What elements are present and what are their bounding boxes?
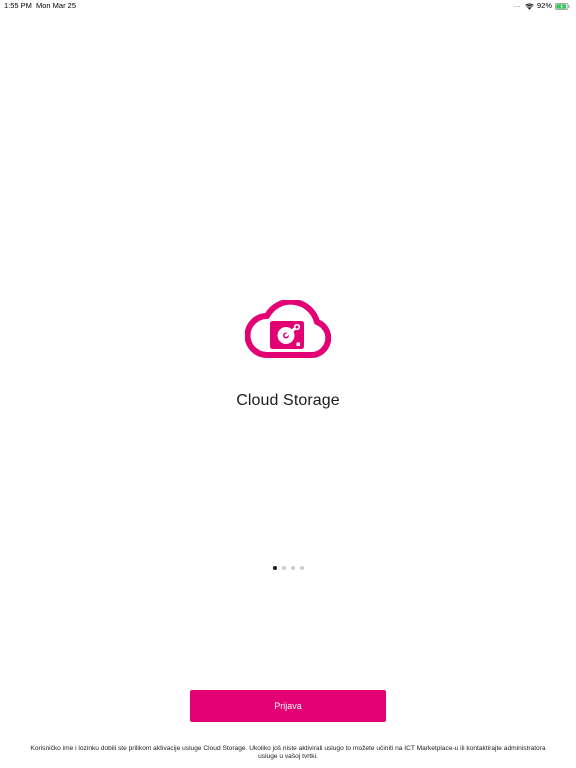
status-bar: 1:55 PM Mon Mar 25 ...... 92% xyxy=(0,0,576,12)
status-time: 1:55 PM xyxy=(4,1,32,10)
app-title: Cloud Storage xyxy=(236,392,340,409)
page-dot[interactable] xyxy=(272,566,277,570)
page-dot[interactable] xyxy=(290,566,295,570)
page-dot[interactable] xyxy=(299,566,304,570)
battery-percent: 92% xyxy=(536,1,552,10)
page-indicator[interactable] xyxy=(0,566,576,570)
battery-icon xyxy=(555,2,570,10)
signal-icon: ...... xyxy=(512,3,521,9)
page-dot[interactable] xyxy=(281,566,286,570)
wifi-icon xyxy=(525,2,534,10)
screen: 1:55 PM Mon Mar 25 ...... 92% Cloud Stor… xyxy=(0,0,576,768)
status-date: Mon Mar 25 xyxy=(36,1,77,10)
login-button[interactable]: Prijava xyxy=(190,690,386,722)
cloud-storage-logo xyxy=(245,300,331,358)
login-info-note: Korisničko ime i lozinku dobili ste pril… xyxy=(30,745,546,761)
status-indicators: ...... 92% xyxy=(513,0,570,12)
